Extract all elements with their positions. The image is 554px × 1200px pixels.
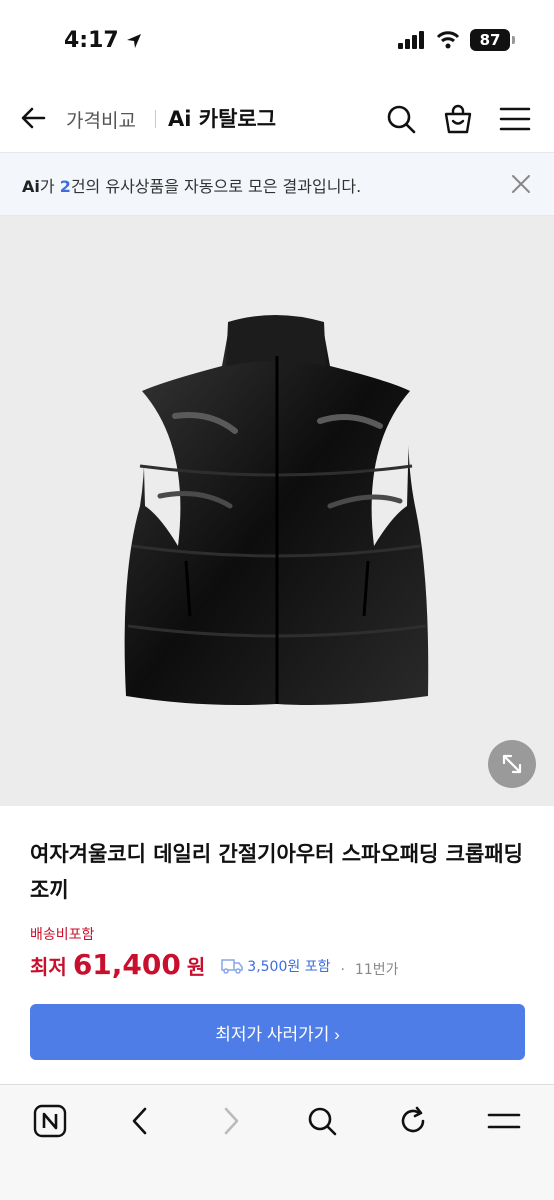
menu-icon [487, 1113, 521, 1129]
price-prefix: 최저 [30, 955, 67, 979]
seller-name[interactable]: 11번가 [355, 959, 399, 979]
refresh-icon [401, 1106, 425, 1133]
notice-text-after: 건의 유사상품을 자동으로 모은 결과입니다. [70, 177, 362, 196]
toolbar-menu-button[interactable] [486, 1103, 522, 1139]
expand-icon [502, 754, 522, 774]
notice-text-before: 가 [39, 177, 60, 196]
wifi-icon [436, 31, 460, 49]
puffer-vest-image [124, 315, 429, 705]
ai-notice-banner: Ai가 2건의 유사상품을 자동으로 모은 결과입니다. [0, 152, 554, 216]
battery-indicator: 87 [470, 29, 515, 51]
app-header: 가격비교 Ai 카탈로그 [0, 88, 554, 152]
breadcrumb-price-compare[interactable]: 가격비교 [66, 106, 136, 133]
naver-home-button[interactable] [32, 1103, 68, 1139]
product-title: 여자겨울코디 데일리 간절기아우터 스파오패딩 크롭패딩조끼 [30, 842, 523, 902]
shipping-included-label: 배송비포함 [30, 927, 95, 943]
search-icon [308, 1107, 337, 1136]
refresh-button[interactable] [395, 1103, 431, 1139]
status-time: 4:17 [64, 28, 143, 53]
shipping-fee-text: 3,500원 포함 [247, 959, 331, 975]
toolbar-search-button[interactable] [304, 1103, 340, 1139]
back-button[interactable] [122, 1103, 158, 1139]
location-arrow-icon [126, 33, 141, 48]
search-icon[interactable] [384, 102, 418, 136]
page-title: Ai 카탈로그 [168, 107, 277, 131]
status-indicators: 87 [398, 29, 515, 51]
expand-image-button[interactable] [488, 740, 536, 788]
product-image[interactable] [0, 216, 554, 806]
browser-toolbar [0, 1084, 554, 1200]
notice-count: 2 [59, 177, 71, 196]
chevron-left-icon [132, 1107, 147, 1135]
price-unit: 원 [186, 955, 206, 979]
breadcrumb-divider [155, 110, 156, 128]
status-bar: 4:17 87 [0, 0, 554, 80]
signal-icon [398, 31, 424, 49]
notice-message: Ai가 2건의 유사상품을 자동으로 모은 결과입니다. [22, 173, 361, 197]
buy-lowest-price-button[interactable]: 최저가 사러가기 › [30, 1004, 525, 1060]
notice-ai-label: Ai [22, 177, 40, 196]
clock: 4:17 [64, 28, 119, 53]
price-row: 최저 61,400 원 3,500원 포함 · 11번가 [30, 948, 398, 981]
chevron-right-icon [224, 1107, 239, 1135]
back-arrow-icon[interactable] [18, 102, 50, 134]
lowest-price: 61,400 [72, 948, 181, 981]
close-icon[interactable] [510, 173, 532, 195]
shopping-bag-icon[interactable] [441, 102, 475, 136]
truck-icon [221, 959, 244, 974]
menu-icon[interactable] [498, 102, 532, 136]
naver-home-icon [33, 1104, 67, 1138]
forward-button[interactable] [213, 1103, 249, 1139]
shipping-fee: 3,500원 포함 [221, 956, 330, 976]
separator-dot: · [340, 962, 345, 978]
